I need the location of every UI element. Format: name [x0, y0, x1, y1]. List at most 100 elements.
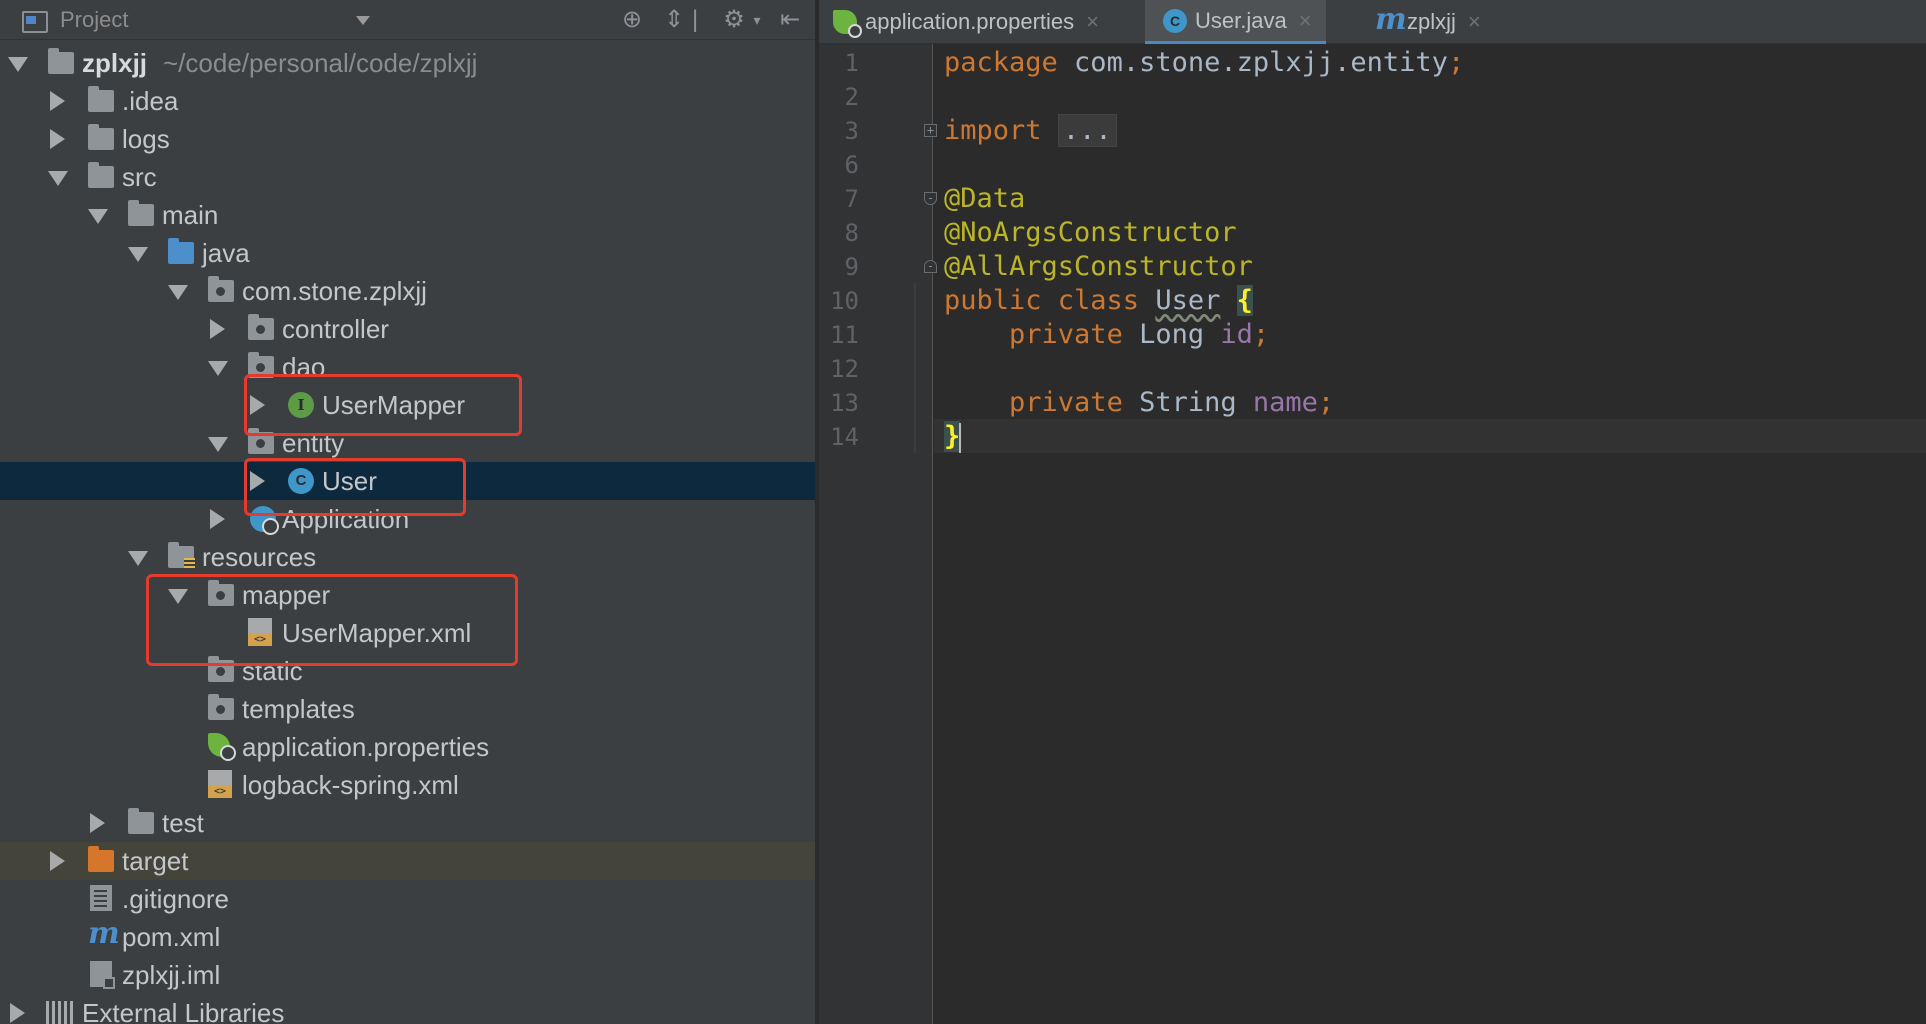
tree-row[interactable]: logback-spring.xml — [0, 766, 815, 804]
highlight-box-user — [244, 458, 466, 516]
collapse-arrow-icon[interactable] — [50, 91, 65, 111]
collapse-arrow-icon[interactable] — [10, 1003, 25, 1023]
collapse-arrow-icon[interactable] — [50, 129, 65, 149]
close-icon[interactable]: × — [1468, 9, 1481, 35]
tree-row[interactable]: java — [0, 234, 815, 272]
tree-row[interactable]: src — [0, 158, 815, 196]
expand-fold-icon[interactable]: + — [924, 124, 937, 137]
module-folder-icon — [48, 48, 74, 74]
tree-label: src — [122, 162, 157, 192]
collapse-arrow-icon[interactable] — [90, 813, 105, 833]
folder-icon — [208, 694, 234, 720]
locate-icon[interactable]: ⊕ — [618, 6, 646, 34]
tab-label: application.properties — [865, 9, 1075, 34]
folder-icon — [128, 200, 154, 226]
tree-row[interactable]: External Libraries — [0, 994, 815, 1024]
line-number: 9 — [844, 253, 859, 281]
tab-application-properties[interactable]: application.properties × — [833, 0, 1109, 44]
project-view-selector[interactable]: Project — [60, 7, 128, 33]
tree-row[interactable]: logs — [0, 120, 815, 158]
libraries-icon — [46, 1001, 76, 1024]
line-number: 14 — [830, 423, 859, 451]
xml-file-icon — [208, 770, 232, 798]
tree-row-root[interactable]: zplxjj ~/code/personal/code/zplxjj — [0, 44, 815, 82]
tree-row[interactable]: controller — [0, 310, 815, 348]
line-number: 6 — [844, 151, 859, 179]
code-line-13[interactable]: private String name; — [944, 386, 1334, 420]
tree-row[interactable]: .gitignore — [0, 880, 815, 918]
tree-label: resources — [202, 542, 317, 572]
tab-label: User.java — [1195, 7, 1287, 33]
tree-label: com.stone.zplxjj — [242, 276, 427, 306]
editor-tab-bar: application.properties × C User.java × m… — [819, 0, 1926, 44]
tree-label: zplxjj.iml — [122, 960, 221, 990]
expand-arrow-icon[interactable] — [208, 437, 228, 452]
tree-row[interactable]: test — [0, 804, 815, 842]
change-marker — [914, 283, 916, 453]
tree-label: test — [162, 808, 204, 838]
expand-arrow-icon[interactable] — [88, 209, 108, 224]
tree-row[interactable]: com.stone.zplxjj — [0, 272, 815, 310]
toolbar-divider: | — [692, 6, 699, 33]
collapse-all-icon[interactable]: ⇕ — [660, 6, 688, 34]
tree-label: controller — [282, 314, 389, 344]
tab-user-java[interactable]: C User.java × — [1145, 0, 1326, 44]
tree-label: logback-spring.xml — [242, 770, 459, 800]
expand-arrow-icon[interactable] — [48, 171, 68, 186]
package-icon — [208, 276, 234, 302]
tree-row[interactable]: templates — [0, 690, 815, 728]
settings-icon[interactable]: ⚙ — [720, 6, 748, 34]
code-line-7[interactable]: @Data — [944, 182, 1025, 216]
code-line-11[interactable]: private Long id; — [944, 318, 1269, 352]
fold-end-icon[interactable]: - — [924, 260, 937, 273]
root-path-hint: ~/code/personal/code/zplxjj — [163, 48, 478, 78]
code-line-1[interactable]: package com.stone.zplxjj.entity; — [944, 46, 1464, 80]
collapse-arrow-icon[interactable] — [210, 319, 225, 339]
collapse-arrow-icon[interactable] — [50, 851, 65, 871]
tab-label: zplxjj — [1407, 9, 1456, 34]
text-file-icon — [90, 885, 112, 911]
chevron-down-icon[interactable] — [356, 16, 370, 25]
tree-row[interactable]: target — [0, 842, 815, 880]
code-line-14[interactable]: } — [944, 420, 962, 454]
expand-arrow-icon[interactable] — [8, 57, 28, 72]
expand-arrow-icon[interactable] — [168, 285, 188, 300]
tree-row[interactable]: .idea — [0, 82, 815, 120]
maven-icon: m — [88, 916, 120, 951]
expand-arrow-icon[interactable] — [128, 247, 148, 262]
folder-icon — [88, 86, 114, 112]
tree-label: External Libraries — [82, 998, 285, 1024]
close-icon[interactable]: × — [1299, 8, 1312, 34]
tab-zplxjj[interactable]: m zplxjj × — [1357, 0, 1491, 44]
resources-folder-icon — [168, 542, 195, 569]
expand-arrow-icon[interactable] — [208, 361, 228, 376]
code-line-8[interactable]: @NoArgsConstructor — [944, 216, 1237, 250]
line-number: 2 — [844, 83, 859, 111]
tree-label: pom.xml — [122, 922, 221, 952]
line-number: 7 — [844, 185, 859, 213]
excluded-folder-icon — [88, 846, 114, 872]
tree-label: application.properties — [242, 732, 490, 762]
spring-properties-icon — [833, 10, 862, 38]
hide-panel-icon[interactable]: ⇤ — [776, 6, 804, 34]
tree-row[interactable]: m pom.xml — [0, 916, 815, 956]
close-icon[interactable]: × — [1086, 9, 1099, 35]
project-tool-window: Project ⊕ ⇕ | ⚙ ▾ ⇤ zplxjj ~/code/persona… — [0, 0, 817, 1024]
code-line-10[interactable]: public class User { — [944, 284, 1253, 318]
code-line-3[interactable]: import ... — [944, 114, 1117, 148]
expand-arrow-icon[interactable] — [128, 551, 148, 566]
tree-label: java — [202, 238, 250, 268]
folder-icon — [88, 124, 114, 150]
collapse-fold-icon[interactable]: - — [924, 192, 937, 205]
tree-row[interactable]: resources — [0, 538, 815, 576]
folded-imports[interactable]: ... — [1057, 114, 1117, 147]
code-line-9[interactable]: @AllArgsConstructor — [944, 250, 1253, 284]
line-number: 3 — [844, 117, 859, 145]
tree-row[interactable]: zplxjj.iml — [0, 956, 815, 994]
project-view-icon — [22, 9, 48, 33]
tree-label: .gitignore — [122, 884, 229, 914]
settings-dropdown-icon[interactable]: ▾ — [750, 6, 764, 34]
collapse-arrow-icon[interactable] — [210, 509, 225, 529]
tree-row[interactable]: main — [0, 196, 815, 234]
tree-row[interactable]: application.properties — [0, 728, 815, 766]
